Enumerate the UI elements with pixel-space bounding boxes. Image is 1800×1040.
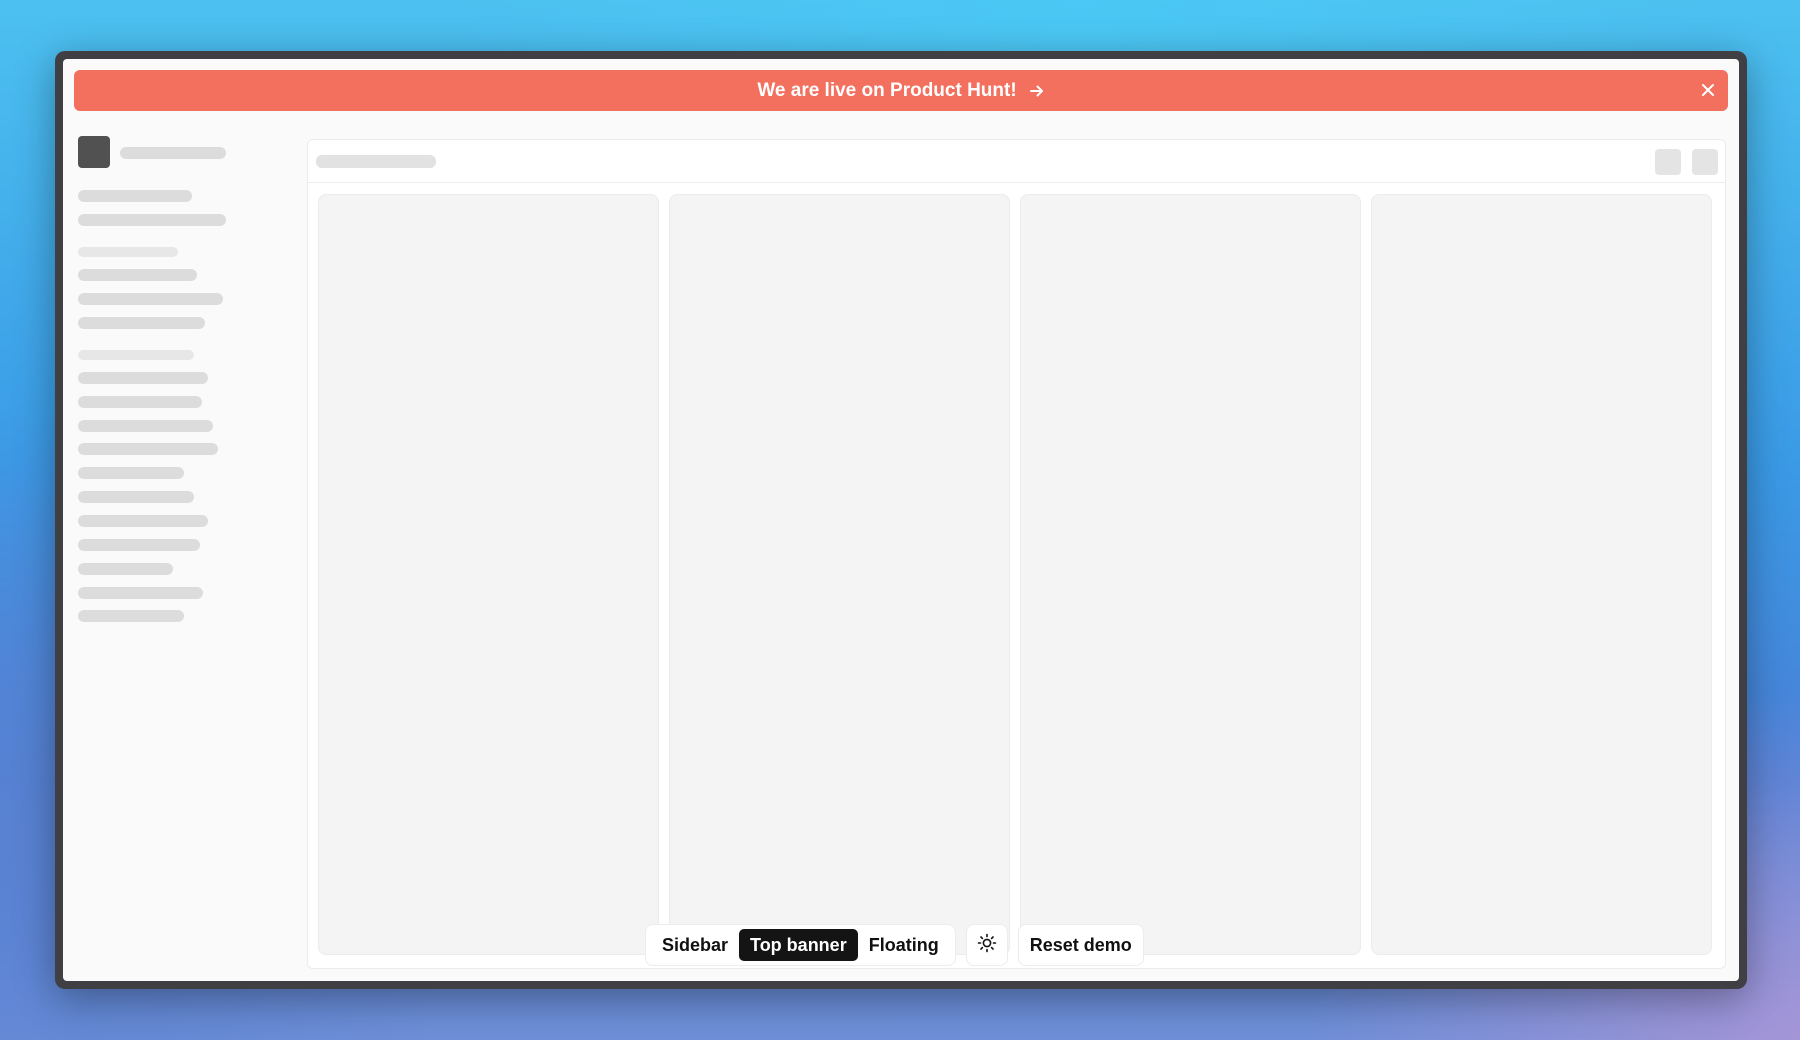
header-action-placeholder[interactable] (1655, 149, 1681, 175)
header-action-placeholder[interactable] (1692, 149, 1718, 175)
section-heading-placeholder (78, 247, 178, 257)
app-screen: We are live on Product Hunt! (63, 59, 1739, 981)
arrow-right-icon (1029, 83, 1045, 99)
nav-item-placeholder (78, 610, 184, 622)
header-title-placeholder (316, 155, 436, 168)
close-icon[interactable] (1698, 80, 1718, 100)
app-name-placeholder (120, 147, 226, 159)
nav-item-placeholder (78, 372, 208, 384)
layout-option-top-banner[interactable]: Top banner (739, 929, 858, 961)
board-column-placeholder (1020, 194, 1361, 955)
nav-item-placeholder (78, 420, 213, 432)
board-column-placeholder (1371, 194, 1712, 955)
nav-item-placeholder (78, 214, 226, 226)
nav-item-placeholder (78, 515, 208, 527)
nav-item-placeholder (78, 587, 203, 599)
nav-item-placeholder (78, 269, 197, 281)
nav-item-placeholder (78, 539, 200, 551)
nav-item-placeholder (78, 293, 223, 305)
nav-item-placeholder (78, 396, 202, 408)
announcement-banner[interactable]: We are live on Product Hunt! (74, 70, 1728, 111)
nav-item-placeholder (78, 563, 173, 575)
theme-toggle-button[interactable] (965, 924, 1008, 966)
nav-item-placeholder (78, 467, 184, 479)
main-content-panel (307, 139, 1726, 969)
layout-option-sidebar[interactable]: Sidebar (651, 929, 739, 961)
reset-demo-button[interactable]: Reset demo (1017, 924, 1144, 966)
layout-switcher: Sidebar Top banner Floating (645, 924, 956, 966)
section-heading-placeholder (78, 350, 194, 360)
demo-window: We are live on Product Hunt! (55, 51, 1747, 989)
main-header (308, 140, 1725, 183)
layout-option-floating[interactable]: Floating (858, 929, 950, 961)
nav-item-placeholder (78, 190, 192, 202)
banner-text: We are live on Product Hunt! (757, 79, 1017, 101)
nav-item-placeholder (78, 491, 194, 503)
nav-item-placeholder (78, 317, 205, 329)
sun-icon (977, 933, 997, 958)
nav-item-placeholder (78, 443, 218, 455)
logo-placeholder (78, 136, 110, 168)
board-column-placeholder (669, 194, 1010, 955)
board-column-placeholder (318, 194, 659, 955)
demo-toolbar: Sidebar Top banner Floating Reset demo (645, 924, 1144, 966)
